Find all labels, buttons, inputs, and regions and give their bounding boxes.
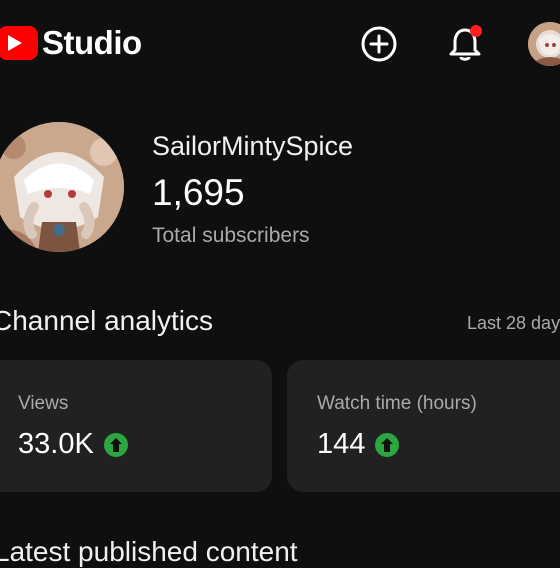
notifications-button[interactable] bbox=[446, 22, 486, 64]
channel-avatar[interactable] bbox=[0, 122, 124, 252]
watch-time-value: 144 bbox=[317, 428, 366, 460]
subscriber-count: 1,695 bbox=[152, 172, 245, 213]
watch-time-label: Watch time (hours) bbox=[317, 393, 477, 414]
trend-up-icon bbox=[103, 432, 128, 457]
top-bar: Studio bbox=[0, 0, 560, 88]
analytics-period: Last 28 days bbox=[467, 313, 560, 333]
trend-up-icon bbox=[375, 432, 400, 457]
channel-avatar-illustration bbox=[0, 122, 124, 252]
create-plus-icon bbox=[361, 26, 397, 62]
views-value-row: 33.0K bbox=[18, 428, 128, 461]
latest-content-title: Latest published content bbox=[0, 536, 298, 567]
channel-analytics-title: Channel analytics bbox=[0, 305, 214, 336]
youtube-logo-icon bbox=[0, 26, 38, 60]
watch-time-value-row: 144 bbox=[317, 428, 400, 461]
views-value: 33.0K bbox=[18, 428, 94, 460]
subscriber-label: Total subscribers bbox=[152, 224, 310, 247]
views-card[interactable]: Views 33.0K bbox=[0, 360, 272, 492]
account-avatar[interactable] bbox=[528, 22, 560, 66]
watch-time-card[interactable]: Watch time (hours) 144 bbox=[287, 360, 560, 492]
studio-logo[interactable]: Studio bbox=[0, 24, 142, 62]
views-label: Views bbox=[18, 393, 69, 414]
notification-badge bbox=[470, 25, 482, 37]
create-button[interactable] bbox=[360, 25, 398, 63]
logo-text: Studio bbox=[42, 24, 142, 61]
channel-name: SailorMintySpice bbox=[152, 131, 354, 161]
avatar-illustration bbox=[528, 22, 560, 66]
